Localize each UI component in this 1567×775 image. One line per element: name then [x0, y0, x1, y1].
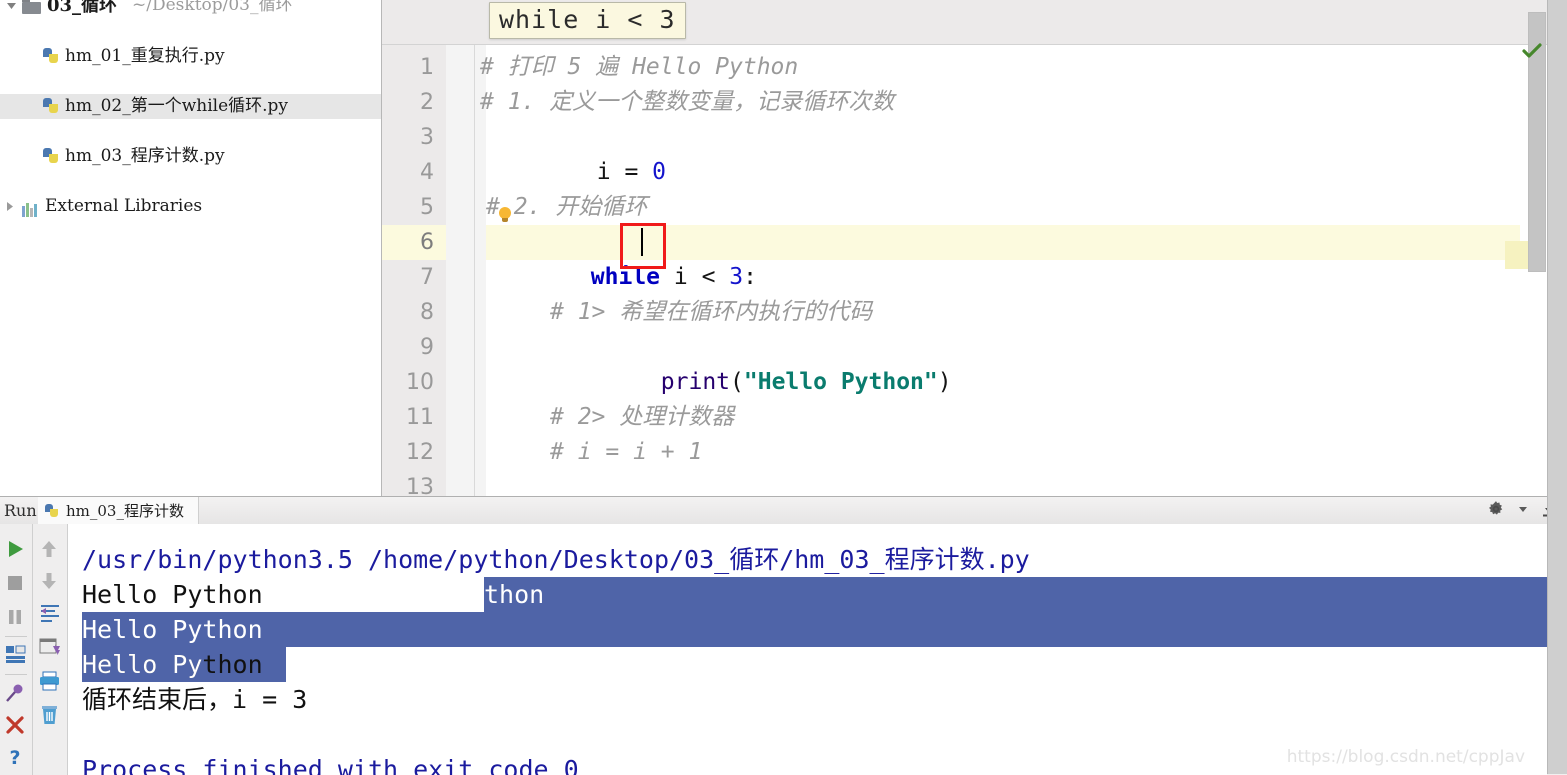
console-selection-line2 — [82, 612, 1547, 647]
pycharm-window: 03_循环 ~/Desktop/03_循环 hm_01_重复执行.py hm_0… — [0, 0, 1567, 775]
python-file-icon — [42, 97, 60, 115]
line-number: 3 — [420, 125, 434, 150]
line-number: 11 — [406, 405, 434, 430]
code-token: : — [743, 264, 758, 290]
toolbar-divider — [5, 674, 27, 675]
chevron-down-icon[interactable] — [4, 0, 18, 18]
console-line-output-1-selected-part: thon — [484, 580, 545, 609]
line-number-gutter: 1 2 3 4 5 6 7 8 9 10 11 12 13 — [382, 45, 447, 496]
console-selection-line1 — [484, 577, 1547, 612]
green-check-icon — [1522, 43, 1542, 59]
tree-item-hm02[interactable]: hm_02_第一个while循环.py — [0, 94, 381, 119]
code-line-8: # 1> 希望在循环内执行的代码 — [550, 299, 873, 325]
tree-item-hm03[interactable]: hm_03_程序计数.py — [0, 144, 381, 169]
print-icon[interactable] — [38, 670, 62, 694]
code-token: i — [660, 264, 702, 290]
code-token: "Hello Python" — [743, 369, 938, 395]
console-line-output-2: Hello Python — [82, 615, 263, 644]
toolbar-divider — [5, 636, 27, 637]
code-line-2: # 1. 定义一个整数变量，记录循环次数 — [480, 89, 895, 115]
console-line-output-1: Hello Python — [82, 580, 263, 609]
tree-item-label: External Libraries — [45, 196, 203, 216]
python-file-icon — [42, 147, 60, 165]
tree-item-label: hm_01_重复执行.py — [65, 46, 225, 66]
code-line-6: while i < 3: — [480, 225, 757, 290]
tree-item-label: hm_03_程序计数.py — [65, 146, 225, 166]
code-token: print — [660, 369, 731, 395]
console-line-command: /usr/bin/python3.5 /home/python/Desktop/… — [82, 545, 1030, 574]
run-header: Run hm_03_程序计数 — [0, 497, 1567, 525]
line-number: 9 — [420, 335, 434, 360]
pin-icon[interactable] — [4, 682, 28, 706]
pause-icon[interactable] — [4, 606, 28, 630]
code-line-1: # 打印 5 遍 Hello Python — [480, 54, 799, 80]
code-line-9: print("Hello Python") — [550, 330, 952, 395]
code-line-13: i += 1 — [550, 470, 744, 496]
trash-icon[interactable] — [38, 704, 62, 728]
tree-item-external-libraries[interactable]: External Libraries — [0, 194, 381, 219]
settings-gear-icon[interactable] — [1487, 500, 1505, 518]
arrow-up-icon[interactable] — [38, 538, 62, 562]
line-number: 5 — [420, 195, 434, 220]
chevron-right-icon[interactable] — [2, 194, 16, 219]
libraries-icon — [22, 202, 39, 217]
code-text-area[interactable]: # 打印 5 遍 Hello Python # 1. 定义一个整数变量，记录循环… — [480, 45, 1520, 496]
console-output[interactable]: /usr/bin/python3.5 /home/python/Desktop/… — [68, 524, 1547, 775]
annotation-red-box — [620, 223, 666, 269]
tree-item-label: hm_02_第一个while循环.py — [65, 96, 289, 116]
code-editor[interactable]: while i < 3 1 2 3 4 5 6 7 8 9 10 11 12 1… — [382, 0, 1567, 496]
code-token: i = — [596, 159, 653, 185]
layout-icon[interactable] — [4, 644, 28, 668]
tree-item-project-root[interactable]: 03_循环 ~/Desktop/03_循环 — [0, 0, 381, 18]
code-token: 0 — [652, 159, 667, 185]
line-number: 10 — [406, 370, 434, 395]
close-x-icon[interactable] — [4, 714, 28, 738]
code-token: ( — [730, 369, 744, 395]
line-number: 13 — [406, 475, 434, 496]
arrow-down-icon[interactable] — [38, 570, 62, 594]
run-tab-hm03[interactable]: hm_03_程序计数 — [38, 497, 199, 524]
text-caret — [641, 228, 643, 256]
code-token: 3 — [729, 264, 744, 290]
line-number: 1 — [420, 55, 434, 80]
project-path-hint: ~/Desktop/03_循环 — [132, 0, 293, 15]
chevron-down-icon[interactable] — [1519, 501, 1527, 517]
play-icon[interactable] — [4, 538, 28, 562]
line-number-current: 6 — [382, 225, 446, 260]
svg-text:?: ? — [9, 747, 20, 768]
intention-bulb-icon[interactable] — [498, 207, 512, 223]
code-token-less-than: < — [701, 264, 716, 290]
tree-item-hm01[interactable]: hm_01_重复执行.py — [0, 44, 381, 69]
console-line-output-3-selected-part: Hello Py — [82, 650, 203, 679]
tree-item-label: 03_循环 — [47, 0, 118, 16]
code-token: ) — [937, 369, 952, 395]
line-number: 2 — [420, 90, 434, 115]
console-line-process-finished: Process finished with exit code 0 — [82, 755, 579, 775]
python-file-icon — [44, 503, 60, 519]
project-tree-panel: 03_循环 ~/Desktop/03_循环 hm_01_重复执行.py hm_0… — [0, 0, 382, 496]
export-icon[interactable] — [38, 636, 62, 660]
run-tool-window: Run hm_03_程序计数 ? /usr/bin/python3.5 /hom… — [0, 496, 1567, 775]
watermark: https://blog.csdn.net/cppJav — [1286, 747, 1525, 767]
window-vertical-scrollbar[interactable] — [1547, 0, 1567, 774]
soft-wrap-icon[interactable] — [38, 602, 62, 626]
line-number: 8 — [420, 300, 434, 325]
code-line-12: # i = i + 1 — [550, 439, 703, 465]
line-number: 4 — [420, 160, 434, 185]
run-window-title: Run — [4, 501, 37, 520]
expression-tooltip: while i < 3 — [489, 2, 686, 39]
stop-square-icon[interactable] — [4, 572, 28, 596]
python-file-icon — [42, 47, 60, 65]
line-number: 7 — [420, 265, 434, 290]
console-line-output-4: 循环结束后，i = 3 — [82, 685, 308, 714]
code-line-3: i = 0 — [486, 120, 666, 185]
run-toolbar-secondary — [33, 524, 68, 775]
folder-icon — [22, 0, 41, 14]
run-tab-label: hm_03_程序计数 — [66, 502, 184, 520]
run-toolbar-primary: ? — [0, 524, 33, 775]
code-line-11: # 2> 处理计数器 — [550, 404, 735, 430]
question-mark-icon[interactable]: ? — [4, 746, 28, 770]
line-number: 12 — [406, 440, 434, 465]
